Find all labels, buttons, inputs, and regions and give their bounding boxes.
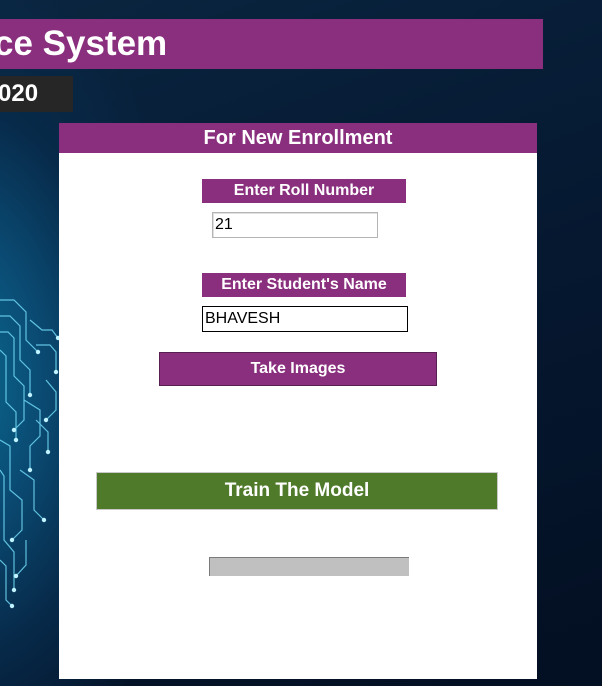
student-name-label: Enter Student's Name [202, 273, 406, 297]
roll-number-label: Enter Roll Number [202, 179, 406, 203]
enrollment-panel: For New Enrollment Enter Roll Number Ent… [59, 123, 537, 679]
date-display: 020 [0, 76, 73, 112]
roll-number-input[interactable] [212, 212, 378, 238]
app-title: ce System [0, 24, 168, 63]
app-title-bar: ce System [0, 19, 543, 69]
take-images-button[interactable]: Take Images [159, 352, 437, 386]
date-text: 020 [0, 80, 39, 107]
enrollment-heading: For New Enrollment [59, 123, 537, 153]
training-progress-bar [209, 557, 409, 576]
train-model-button[interactable]: Train The Model [96, 472, 498, 510]
student-name-input[interactable] [202, 306, 408, 332]
